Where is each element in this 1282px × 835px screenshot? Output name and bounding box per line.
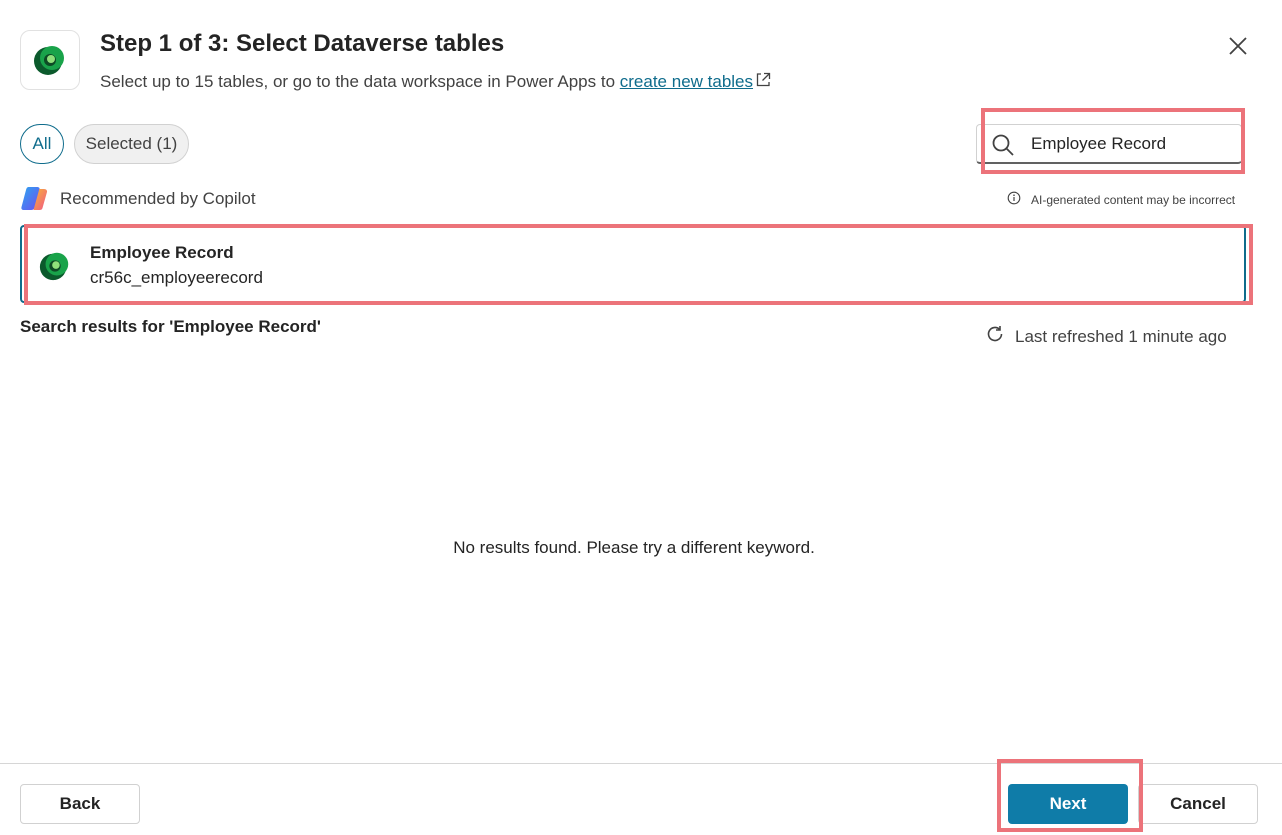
subtitle-text: Select up to 15 tables, or go to the dat… <box>100 72 620 91</box>
filter-selected-tab[interactable]: Selected (1) <box>74 124 189 164</box>
external-link-icon <box>755 72 771 93</box>
copilot-recommendation-label: Recommended by Copilot <box>60 189 256 208</box>
search-highlight-box <box>981 108 1245 174</box>
filter-all-tab[interactable]: All <box>20 124 64 164</box>
dialog-title: Step 1 of 3: Select Dataverse tables <box>100 30 505 57</box>
next-highlight-box <box>997 759 1143 832</box>
ai-disclaimer: AI-generated content may be incorrect <box>1007 191 1235 208</box>
close-icon <box>1229 37 1247 55</box>
card-highlight-box <box>24 224 1253 305</box>
ai-disclaimer-text: AI-generated content may be incorrect <box>1031 192 1236 207</box>
cancel-button[interactable]: Cancel <box>1138 784 1258 824</box>
refresh-icon <box>985 324 1005 349</box>
search-results-heading: Search results for 'Employee Record' <box>20 317 321 336</box>
refresh-button[interactable]: Last refreshed 1 minute ago <box>985 324 1227 349</box>
select-tables-dialog: Step 1 of 3: Select Dataverse tables Sel… <box>0 0 1282 835</box>
dataverse-icon <box>20 30 80 90</box>
copilot-icon <box>20 185 50 218</box>
dialog-subtitle: Select up to 15 tables, or go to the dat… <box>100 72 771 93</box>
close-button[interactable] <box>1224 32 1252 60</box>
back-button[interactable]: Back <box>20 784 140 824</box>
info-icon <box>1007 191 1021 208</box>
no-results-message: No results found. Please try a different… <box>453 538 815 557</box>
last-refreshed-text: Last refreshed 1 minute ago <box>1015 326 1227 346</box>
create-new-tables-link[interactable]: create new tables <box>620 72 753 91</box>
